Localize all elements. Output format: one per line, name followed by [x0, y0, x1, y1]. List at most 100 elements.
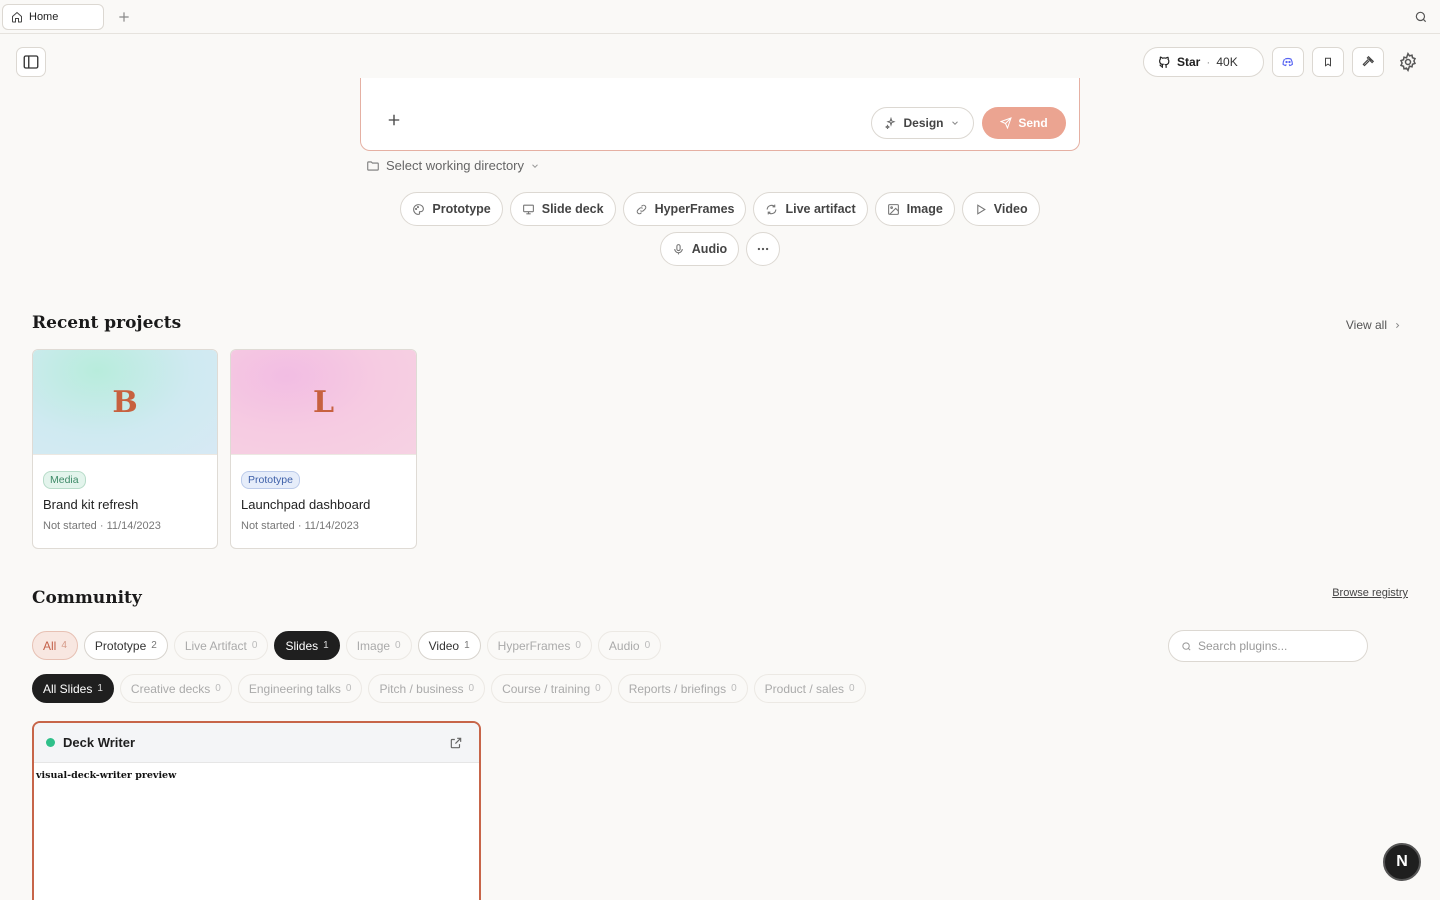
filter-chip-count: 0 — [575, 640, 581, 651]
filter-chip-live-artifact[interactable]: Live Artifact 0 — [173, 631, 269, 660]
filter-chip-label: Image — [356, 638, 391, 653]
design-mode-label: Design — [903, 116, 944, 130]
filter-chip-slides[interactable]: Slides 1 — [274, 631, 340, 660]
community-title: Community — [32, 588, 142, 608]
filter-chip-label: Product / sales — [764, 681, 845, 696]
filter-chip-label: Audio — [608, 638, 640, 653]
filter-chip-count: 0 — [345, 683, 352, 694]
play-icon — [977, 203, 986, 215]
filter-chip-count: 0 — [395, 640, 401, 651]
subfilter-chip-engineering-talks[interactable]: Engineering talks 0 — [237, 674, 363, 703]
bookmark-button[interactable] — [1312, 47, 1344, 77]
mode-chip-label: Prototype — [432, 202, 491, 216]
subfilter-chip-reports-briefings[interactable]: Reports / briefings 0 — [617, 674, 748, 703]
filter-chip-label: Course / training — [502, 681, 591, 696]
filter-chip-audio[interactable]: Audio 0 — [597, 631, 662, 660]
tab-home[interactable]: Home — [2, 4, 104, 30]
project-meta-separator: · — [99, 520, 104, 532]
palette-icon — [413, 203, 425, 215]
mode-chip-label: Live artifact — [785, 202, 856, 216]
filter-chip-all[interactable]: All 4 — [32, 631, 78, 660]
subcategory-filter-row: All Slides 1 Creative decks 0 Engineering … — [32, 674, 866, 703]
subfilter-chip-pitch-business[interactable]: Pitch / business 0 — [368, 674, 486, 703]
image-icon — [887, 203, 899, 215]
filter-chip-count: 1 — [464, 640, 470, 651]
mode-chip-hyperframes[interactable]: HyperFrames — [622, 192, 747, 226]
github-star-button[interactable]: Star · 40K — [1143, 47, 1264, 77]
filter-chip-video[interactable]: Video 1 — [417, 631, 481, 660]
discord-button[interactable] — [1272, 47, 1304, 77]
project-card[interactable]: L Prototype Launchpad dashboard Not star… — [230, 349, 417, 549]
monitor-icon — [522, 204, 534, 214]
design-mode-dropdown[interactable]: Design — [871, 107, 974, 139]
mode-chip-row-2: Audio — [0, 232, 1440, 266]
working-directory-selector[interactable]: Select working directory — [366, 158, 540, 173]
plugin-card-deck-writer[interactable]: Deck Writer visual-deck-writer preview — [32, 721, 481, 900]
plugin-status-dot — [46, 738, 55, 747]
plugin-search-field[interactable] — [1168, 630, 1368, 662]
filter-chip-hyperframes[interactable]: HyperFrames 0 — [486, 631, 592, 660]
filter-chip-count: 0 — [644, 640, 651, 651]
hammer-icon — [1362, 55, 1375, 67]
floating-n-button[interactable]: N — [1383, 843, 1421, 881]
mode-chip-slide-deck[interactable]: Slide deck — [509, 192, 616, 226]
mode-chip-live-artifact[interactable]: Live artifact — [753, 192, 868, 226]
settings-gear-icon[interactable] — [1398, 52, 1418, 72]
filter-chip-label: Live Artifact — [184, 638, 247, 653]
folder-icon — [367, 160, 379, 171]
home-icon — [12, 11, 22, 23]
project-thumbnail: L — [231, 350, 416, 455]
prompt-composer[interactable]: Design Send — [360, 78, 1080, 151]
mode-chip-audio[interactable]: Audio — [659, 232, 740, 266]
sidebar-toggle-button[interactable] — [16, 47, 46, 77]
github-icon — [1159, 55, 1170, 68]
search-icon[interactable] — [1414, 10, 1428, 24]
plugin-name: Deck Writer — [63, 735, 136, 750]
subfilter-chip-all-slides[interactable]: All Slides 1 — [32, 674, 114, 703]
mode-chip-prototype[interactable]: Prototype — [400, 192, 503, 226]
send-button[interactable]: Send — [982, 107, 1066, 139]
filter-chip-count: 0 — [215, 683, 221, 694]
filter-chip-label: Prototype — [94, 638, 147, 653]
new-tab-plus-icon[interactable] — [116, 9, 132, 25]
filter-chip-count: 1 — [323, 640, 329, 651]
mode-chip-label: Image — [906, 202, 943, 216]
view-all-link[interactable]: View all — [1346, 318, 1402, 332]
project-date: 11/14/2023 — [304, 520, 359, 532]
subfilter-chip-course-training[interactable]: Course / training 0 — [491, 674, 612, 703]
mode-chip-label: Video — [993, 202, 1028, 216]
chevron-down-icon — [951, 121, 958, 125]
send-label: Send — [1018, 116, 1048, 130]
filter-chip-label: Slides — [285, 638, 319, 653]
external-link-icon[interactable] — [449, 736, 463, 750]
search-icon — [1182, 641, 1191, 651]
plugin-search-input[interactable] — [1198, 639, 1348, 653]
plugin-card-header: Deck Writer — [34, 723, 479, 763]
project-thumbnail: B — [33, 350, 217, 455]
more-dots-icon — [757, 247, 769, 251]
filter-chip-count: 0 — [595, 683, 601, 694]
project-initial: B — [112, 384, 138, 420]
filter-chip-label: All Slides — [43, 681, 93, 696]
browse-registry-link[interactable]: Browse registry — [1332, 587, 1408, 599]
tab-bar: Home — [0, 0, 1440, 34]
filter-chip-label: Creative decks — [130, 681, 211, 696]
chevron-down-icon — [532, 163, 538, 168]
mode-chip-image[interactable]: Image — [874, 192, 955, 226]
filter-chip-count: 0 — [251, 640, 258, 651]
tools-button[interactable] — [1352, 47, 1384, 77]
star-separator: · — [1206, 55, 1211, 69]
attach-plus-icon[interactable] — [385, 111, 403, 129]
more-modes-button[interactable] — [746, 232, 781, 266]
refresh-icon — [767, 204, 777, 214]
filter-chip-label: HyperFrames — [497, 638, 571, 653]
view-all-label: View all — [1345, 318, 1387, 332]
mode-chip-video[interactable]: Video — [961, 192, 1040, 226]
mode-chip-row-1: Prototype Slide deck HyperFrames Live ar… — [0, 192, 1440, 226]
subfilter-chip-product-sales[interactable]: Product / sales 0 — [753, 674, 866, 703]
subfilter-chip-creative-decks[interactable]: Creative decks 0 — [119, 674, 232, 703]
filter-chip-image[interactable]: Image 0 — [345, 631, 412, 660]
category-filter-row: All 4 Prototype 2 Live Artifact 0 Slides 1 I… — [32, 631, 662, 660]
project-card[interactable]: B Media Brand kit refresh Not started · … — [32, 349, 218, 549]
filter-chip-prototype[interactable]: Prototype 2 — [83, 631, 168, 660]
